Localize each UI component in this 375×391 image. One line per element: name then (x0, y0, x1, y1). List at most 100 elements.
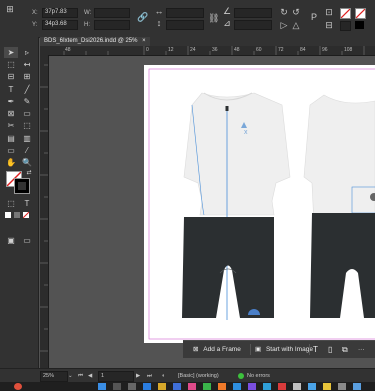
black-swatch[interactable] (355, 21, 364, 29)
stroke-color-box[interactable] (14, 178, 30, 194)
document-tab-title: BDS_6Ixtem_Dsi2026.indd @ 25% (44, 38, 138, 44)
app-icon[interactable] (278, 383, 286, 390)
scale-y-field[interactable] (166, 20, 204, 30)
selection-p-icon[interactable]: P (309, 12, 319, 22)
apply-color-icon[interactable] (5, 212, 11, 218)
page-field[interactable]: 1 (98, 371, 134, 382)
next-page-icon[interactable]: ▶ (136, 369, 140, 383)
document-tab[interactable]: BDS_6Ixtem_Dsi2026.indd @ 25% × (40, 37, 150, 46)
status-bar: 25% ⌄ ⏮ ◀ 1 ▶ ⏭ ◐ [Basic] (working) No e… (0, 368, 375, 383)
free-transform-tool-icon[interactable]: ⬚ (20, 120, 34, 131)
task-view-icon[interactable] (128, 383, 136, 390)
formatting-text-icon[interactable]: T (20, 198, 34, 209)
apply-gradient-icon[interactable] (14, 212, 20, 218)
file-explorer-icon[interactable] (158, 383, 166, 390)
h-field[interactable] (94, 20, 130, 30)
app-icon[interactable] (248, 383, 256, 390)
reference-point-icon[interactable]: ⊞ (4, 4, 16, 16)
scale-x-field[interactable] (166, 8, 204, 18)
fill-swatch[interactable] (340, 8, 351, 19)
close-tab-icon[interactable]: × (142, 38, 146, 44)
zoom-dropdown-icon[interactable]: ⌄ (68, 369, 73, 383)
app-icon[interactable] (263, 383, 271, 390)
zipper-pull (225, 106, 229, 111)
photoshop-icon[interactable] (233, 383, 241, 390)
flip-v-icon[interactable]: △ (291, 20, 301, 30)
add-frame-button[interactable]: ⊠ Add a Frame (193, 341, 241, 358)
style-label[interactable]: [Basic] (working) (178, 369, 219, 383)
search-icon[interactable] (113, 383, 121, 390)
first-page-icon[interactable]: ⏮ (78, 369, 83, 383)
zoom-field[interactable]: 25% (40, 371, 68, 382)
illustrator-icon[interactable] (218, 383, 226, 390)
errors-label[interactable]: No errors (247, 369, 270, 383)
rectangle-tool-icon[interactable]: ▭ (20, 108, 34, 119)
stroke-weight-field[interactable] (340, 21, 351, 31)
rotate-cw-icon[interactable]: ↻ (279, 7, 289, 17)
x-field[interactable]: 37p7.83 (42, 8, 78, 18)
app-icon[interactable] (308, 383, 316, 390)
content-collector-icon[interactable]: ⊟ (4, 71, 18, 82)
note-tool-icon[interactable]: ▭ (4, 145, 18, 156)
app-icon[interactable] (323, 383, 331, 390)
constrain-scale-icon[interactable]: ⛓ (208, 13, 219, 23)
more-options-icon[interactable]: ··· (358, 341, 365, 358)
rotate-ccw-icon[interactable]: ↺ (291, 7, 301, 17)
apply-none-icon[interactable] (23, 212, 29, 218)
normal-view-icon[interactable]: ▣ (4, 235, 18, 246)
formatting-container-icon[interactable]: ⬚ (4, 198, 18, 209)
line-tool-icon[interactable]: ╱ (20, 84, 34, 95)
app-icon[interactable] (338, 383, 346, 390)
last-page-icon[interactable]: ⏭ (147, 369, 152, 383)
type-icon[interactable]: T (313, 341, 318, 358)
w-field[interactable] (94, 8, 130, 18)
start-with-image-button[interactable]: ▣ Start with Image (255, 341, 313, 358)
notification-icon[interactable] (14, 383, 22, 390)
pen-tool-icon[interactable]: ✒ (4, 96, 18, 107)
gap-tool-icon[interactable]: ↤ (20, 59, 34, 70)
horizontal-ruler[interactable]: 48 0 12 24 36 48 60 72 84 96 108 (40, 46, 375, 56)
selection-tool-icon[interactable]: ➤ (4, 47, 18, 58)
select-content-icon[interactable]: ⊟ (324, 20, 334, 30)
app-icon[interactable] (353, 383, 361, 390)
preflight-icon[interactable]: ◐ (162, 369, 165, 383)
vertical-ruler[interactable] (40, 55, 49, 368)
gradient-swatch-tool-icon[interactable]: ▤ (4, 133, 18, 144)
prev-page-icon[interactable]: ◀ (88, 369, 92, 383)
scissors-tool-icon[interactable]: ✂ (4, 120, 18, 131)
document-icon[interactable]: ▯ (328, 341, 332, 358)
page-tool-icon[interactable]: ⬚ (4, 59, 18, 70)
direct-selection-tool-icon[interactable]: ▹ (20, 47, 34, 58)
constrain-proportions-icon[interactable]: 🔗 (137, 12, 148, 22)
gradient-feather-tool-icon[interactable]: ▥ (20, 133, 34, 144)
type-tool-icon[interactable]: T (4, 84, 18, 95)
document-page[interactable]: x (144, 65, 375, 343)
rectangle-frame-tool-icon[interactable]: ⊠ (4, 108, 18, 119)
select-container-icon[interactable]: ⊡ (324, 7, 334, 17)
frame-icon: ⊠ (193, 346, 199, 353)
eyedropper-tool-icon[interactable]: ⁄ (20, 145, 34, 156)
content-placer-icon[interactable]: ⊞ (20, 71, 34, 82)
contextual-task-bar: ⊠ Add a Frame ▣ Start with Image T ▯ ⧉ ·… (183, 340, 375, 358)
preflight-status-icon (238, 373, 244, 379)
indesign-icon[interactable] (188, 383, 196, 390)
stroke-swatch[interactable] (355, 8, 366, 19)
hand-tool-icon[interactable]: ✋ (4, 157, 18, 168)
ruler-tick-label: 96 (322, 47, 328, 53)
y-field[interactable]: 34p3.68 (42, 20, 78, 30)
store-icon[interactable] (173, 383, 181, 390)
zoom-tool-icon[interactable]: 🔍 (20, 157, 34, 168)
pencil-tool-icon[interactable]: ✎ (20, 96, 34, 107)
scale-x-icon: ↔ (154, 6, 164, 16)
edge-icon[interactable] (143, 383, 151, 390)
rotate-field[interactable] (234, 8, 272, 18)
swap-colors-icon[interactable]: ⇄ (25, 168, 33, 179)
app-icon[interactable] (203, 383, 211, 390)
flip-h-icon[interactable]: ▷ (279, 20, 289, 30)
bib-shorts-back (310, 213, 375, 318)
shear-field[interactable] (234, 20, 272, 30)
screen-mode-icon[interactable]: ▭ (20, 235, 34, 246)
start-icon[interactable] (98, 383, 106, 390)
app-icon[interactable] (293, 383, 301, 390)
pages-icon[interactable]: ⧉ (342, 341, 348, 358)
